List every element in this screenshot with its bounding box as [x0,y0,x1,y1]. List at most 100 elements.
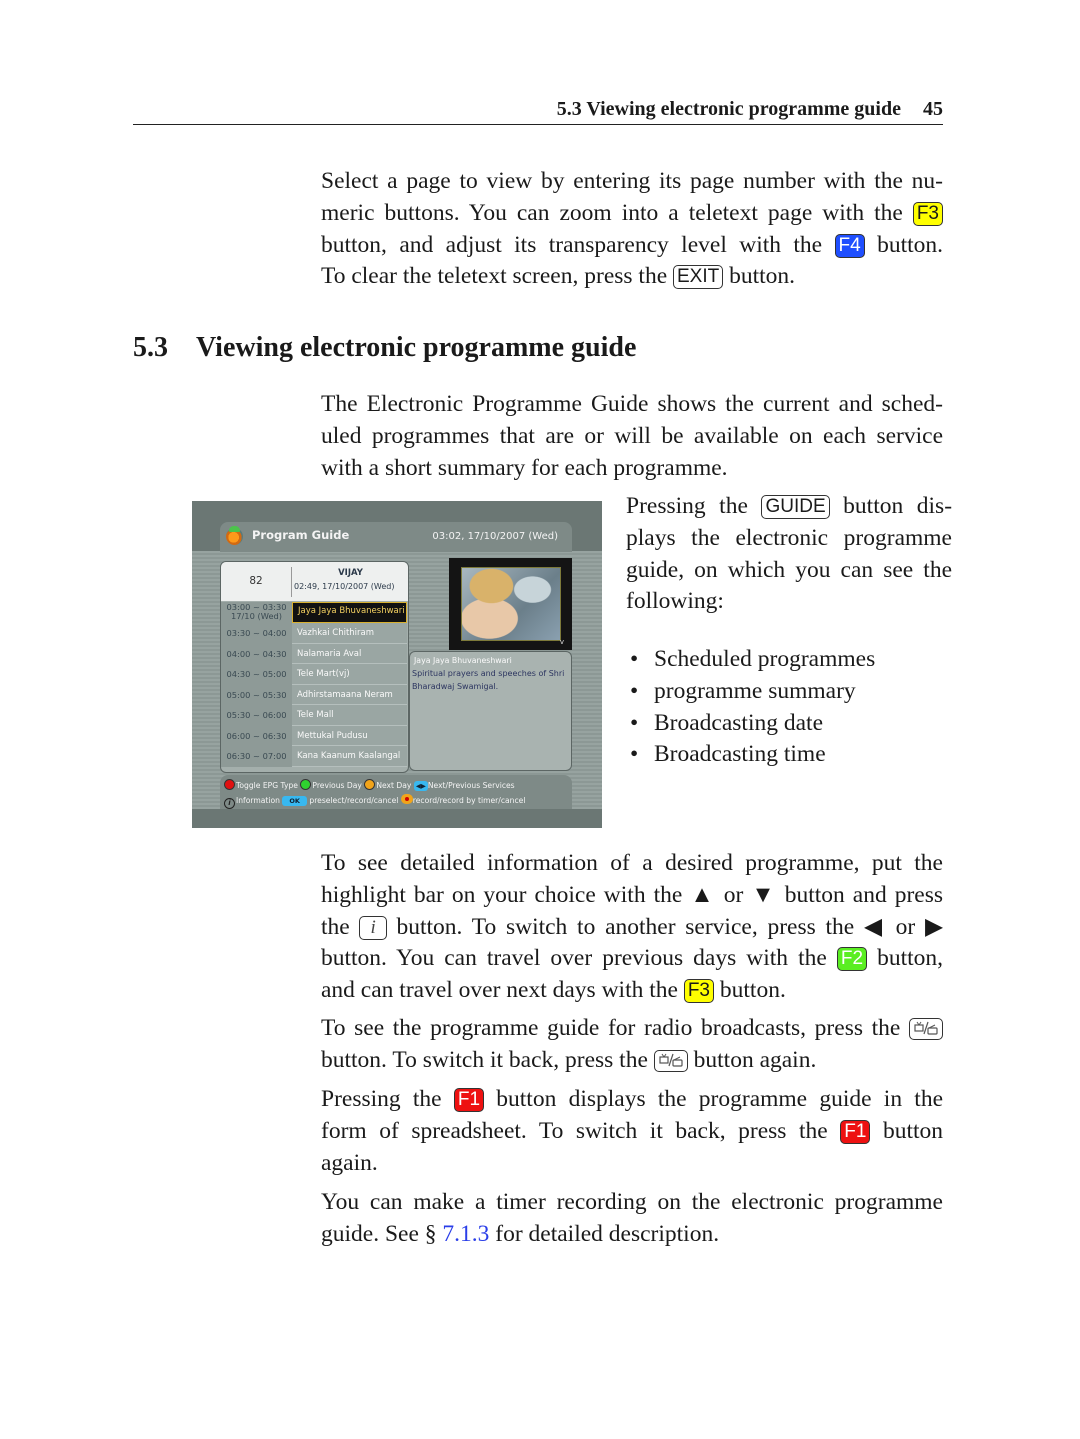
epg-key-legend: Toggle EPG Type Previous Day Next Day ◀▶… [220,775,572,809]
running-header: 5.3 Viewing electronic programme guide 4… [133,98,943,125]
epg-row-title: Adhirstamaana Neram [292,684,407,705]
epg-row-time: 04:00 ~ 04:30 [221,643,292,664]
section-heading: 5.3 Viewing electronic programme guide [133,332,636,364]
list-item: programme summary [630,676,875,708]
epg-row-time: 03:00 ~ 03:30 17/10 (Wed) [221,602,292,623]
video-preview-image [461,567,561,641]
text-line: plays the electronic programme [626,524,952,551]
tv-radio-icon [914,1021,938,1035]
divider [291,567,292,597]
green-button-icon [300,779,312,790]
epg-row[interactable]: 03:30 ~ 04:00 Vazhkai Chithiram [221,623,408,644]
epg-bottom-bar [192,809,602,828]
channel-number: 82 [249,575,263,587]
text-line: Pressing the F1 button displays the prog… [321,1086,944,1112]
epg-row-time: 06:30 ~ 07:00 [221,746,292,767]
summary-text: Spiritual prayers and speeches of Shri B… [412,669,565,691]
f3-key: F3 [912,201,943,226]
list-item: Broadcasting time [630,739,875,771]
section-number: 5.3 [133,332,168,363]
f4-key: F4 [834,233,865,258]
feature-list: Scheduled programmes programme summary B… [630,644,875,771]
left-right-button-icon: ◀▶ [413,781,428,791]
up-arrow-icon: ▲ [690,881,716,908]
channel-datetime: 02:49, 17/10/2007 (Wed) [294,582,395,591]
text-line: again. [321,1149,378,1176]
channel-name: VIJAY [338,568,363,578]
epg-row-title: Mettukal Pudusu [292,725,407,746]
legend-label: Previous Day [312,781,362,790]
epg-clock: 03:02, 17/10/2007 (Wed) [432,531,558,542]
section-title: Viewing electronic programme guide [196,332,637,363]
text-line: The Electronic Programme Guide shows the… [321,391,943,417]
page-number: 45 [923,98,943,120]
text-line: with a short summary for each programme. [321,454,728,481]
text-line: uled programmes that are or will be avai… [321,422,943,449]
epg-row-title: Vazhkai Chithiram [292,623,407,644]
epg-row[interactable]: 04:00 ~ 04:30 Nalamaria Aval [221,643,408,664]
f3-key: F3 [683,979,715,1004]
legend-label: preselect/record/cancel [309,796,399,805]
program-guide-logo-icon [226,526,243,545]
epg-row[interactable]: 05:30 ~ 06:00 Tele Mall [221,705,408,726]
epg-row-title: Tele Mall [292,705,407,726]
epg-row-title: Tele Mart(vj) [292,664,407,685]
tv-radio-key [909,1018,943,1040]
section-link[interactable]: 7.1.3 [442,1221,489,1247]
epg-title: Program Guide [252,528,350,542]
text-line: You can make a timer recording on the el… [321,1189,943,1215]
tv-radio-icon [659,1053,683,1067]
text-line: form of spreadsheet. To switch it back, … [321,1117,943,1144]
text-line: the i button. To switch to another servi… [321,913,944,940]
f1-paragraph: Pressing the F1 button displays the prog… [321,1084,943,1179]
text-line: button. To switch it back, press the but… [321,1046,817,1073]
legend-label: Next Day [376,781,412,790]
text-line: Select a page to view by entering its pa… [321,168,943,194]
video-preview: v [449,558,572,650]
list-item: Broadcasting date [630,708,875,740]
epg-row[interactable]: 03:00 ~ 03:30 17/10 (Wed) Jaya Jaya Bhuva… [221,602,408,623]
detail-paragraph: To see detailed information of a desired… [321,848,943,1007]
epg-row[interactable]: 06:00 ~ 06:30 Mettukal Pudusu [221,725,408,746]
epg-programme-list: 82 VIJAY 02:49, 17/10/2007 (Wed) 03:00 ~… [220,561,409,773]
legend-label: Toggle EPG Type [236,781,298,790]
summary-title: Jaya Jaya Bhuvaneshwari [414,656,512,665]
epg-row[interactable]: 06:30 ~ 07:00 Kana Kaanum Kaalangal [221,746,408,767]
epg-row[interactable]: 04:30 ~ 05:00 Tele Mart(vj) [221,664,408,685]
f1-key: F1 [840,1119,871,1144]
running-header-title: 5.3 Viewing electronic programme guide [556,98,901,120]
epg-row-title: Kana Kaanum Kaalangal [292,746,407,767]
epg-channel-header: 82 VIJAY 02:49, 17/10/2007 (Wed) [221,562,408,601]
epg-row-time: 06:00 ~ 06:30 [221,725,292,746]
right-arrow-icon: ▶ [924,913,944,940]
epg-row-title: Nalamaria Aval [292,643,407,664]
info-button-icon: i [224,798,235,809]
epg-row[interactable]: 05:00 ~ 05:30 Adhirstamaana Neram [221,684,408,705]
list-item: Scheduled programmes [630,644,875,676]
guide-paragraph: Pressing the GUIDE button dis- plays the… [626,491,952,618]
text-line: To see the programme guide for radio bro… [321,1013,943,1045]
down-arrow-icon: ▼ [751,881,777,908]
legend-label: record/record by timer/cancel [412,796,526,805]
legend-label: Information [236,796,280,805]
text-line: guide, on which you can see the [626,556,952,583]
teletext-paragraph: Select a page to view by entering its pa… [321,166,943,293]
exit-key: EXIT [673,265,724,290]
epg-screenshot: Program Guide 03:02, 17/10/2007 (Wed) 82… [192,501,602,828]
ok-button-icon: OK [282,796,307,806]
text-line: following: [626,588,724,615]
info-key: i [359,915,387,940]
legend-label: Next/Previous Services [427,781,515,790]
epg-row-title: Jaya Jaya Bhuvaneshwari [292,602,407,623]
text-line: guide. See § 7.1.3 for detailed descript… [321,1220,720,1247]
guide-key: GUIDE [761,495,830,519]
epg-row-time: 04:30 ~ 05:00 [221,664,292,685]
epg-row-time: 05:30 ~ 06:00 [221,705,292,726]
epg-header: Program Guide 03:02, 17/10/2007 (Wed) [220,522,572,552]
programme-summary-panel: Jaya Jaya Bhuvaneshwari Spiritual prayer… [409,651,572,771]
epg-intro-paragraph: The Electronic Programme Guide shows the… [321,389,943,484]
text-line: meric buttons. You can zoom into a telet… [321,198,943,230]
timer-paragraph: You can make a timer recording on the el… [321,1187,943,1251]
text-line: button. You can travel over previous day… [321,945,944,972]
epg-row-time: 05:00 ~ 05:30 [221,684,292,705]
